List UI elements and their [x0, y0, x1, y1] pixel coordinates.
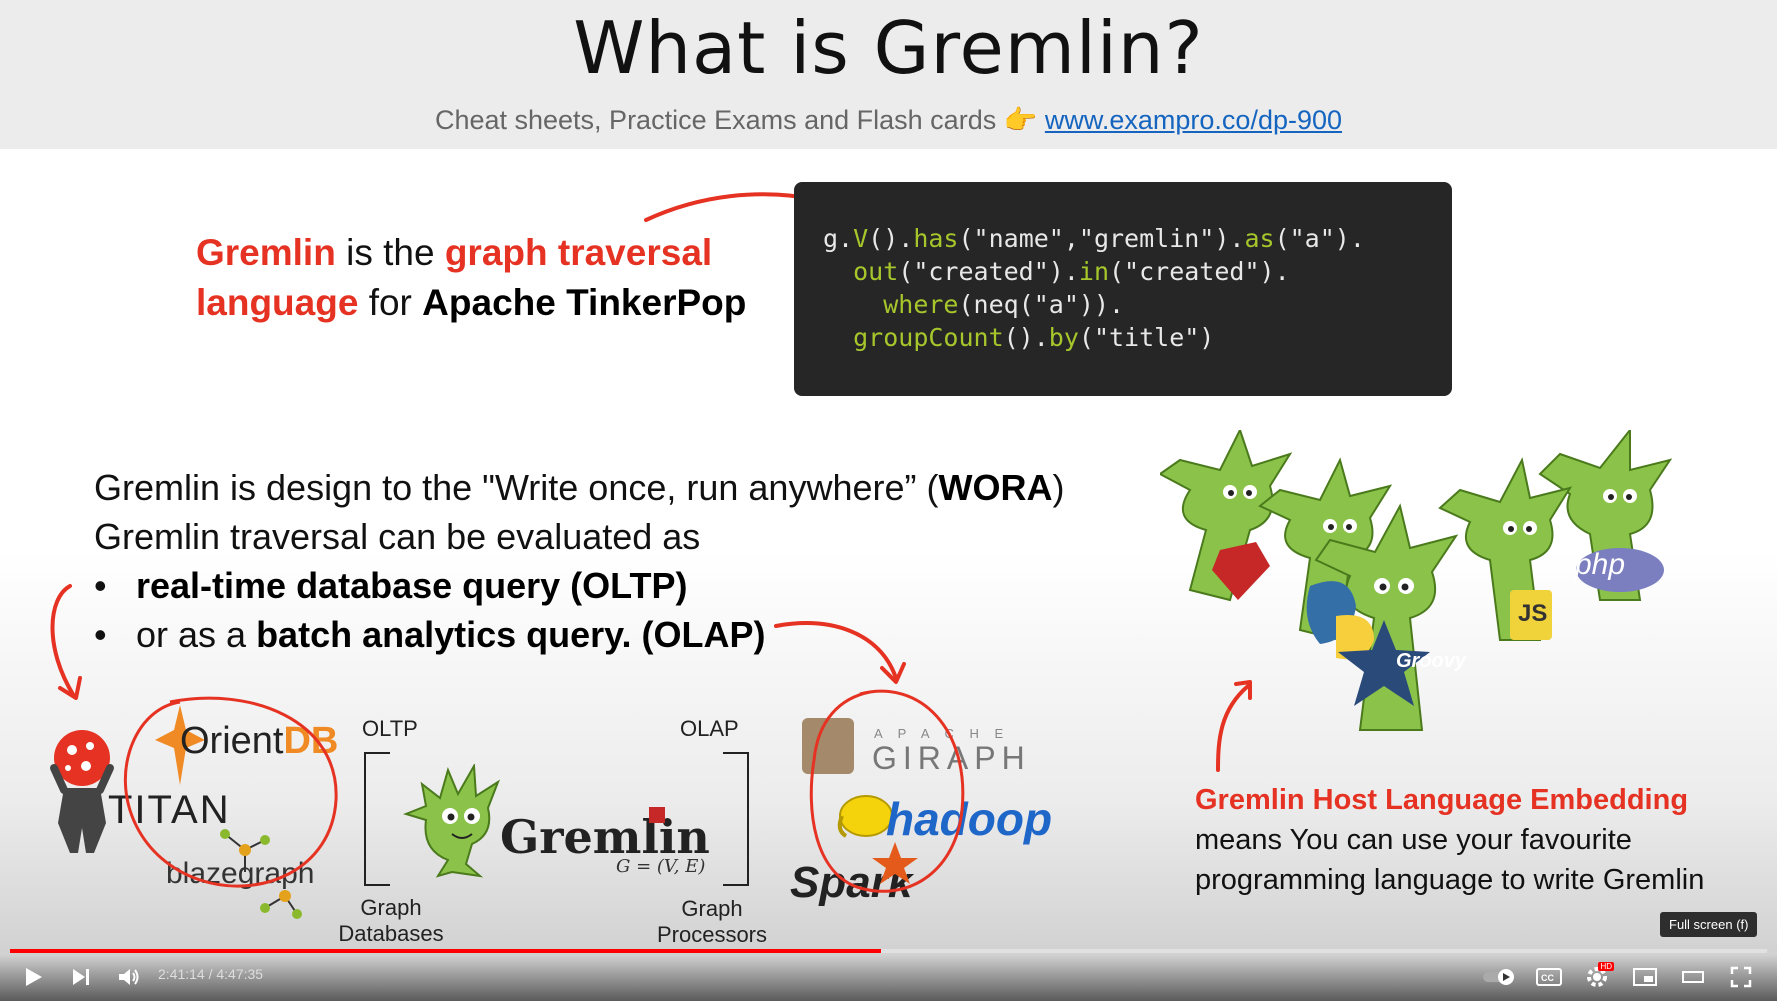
wora-abbr: WORA: [938, 467, 1053, 508]
slide: What is Gremlin? Cheat sheets, Practice …: [0, 0, 1777, 1001]
play-button[interactable]: [16, 960, 50, 994]
wora-line1: Gremlin is design to the "Write once, ru…: [94, 467, 939, 508]
settings-button[interactable]: HD: [1580, 960, 1614, 994]
databases-circle-annotation: [123, 696, 338, 888]
list-item: real-time database query (OLTP): [94, 561, 766, 610]
olap-label: OLAP: [680, 716, 739, 741]
subtitle-text: Cheat sheets, Practice Exams and Flash c…: [434, 105, 997, 135]
volume-icon: [119, 969, 139, 985]
hd-badge: HD: [1598, 962, 1614, 971]
intro-is-the: is the: [335, 232, 445, 273]
autoplay-toggle[interactable]: [1480, 960, 1520, 994]
js-logo: JS: [1518, 600, 1548, 627]
code-text: g.V().has("name","gremlin").as("a"). out…: [823, 224, 1365, 352]
exampro-link[interactable]: www.exampro.co/dp-900: [1045, 105, 1342, 135]
slide-title: What is Gremlin?: [573, 6, 1204, 90]
gremlin-formula: G = (V, E): [616, 856, 706, 877]
embedding-line2: programming language to write Gremlin: [1195, 864, 1705, 896]
code-block: g.V().has("name","gremlin").as("a"). out…: [794, 182, 1452, 396]
arrow-to-databases-icon: [50, 584, 82, 700]
progress-played: [10, 949, 881, 953]
fullscreen-button[interactable]: [1724, 960, 1758, 994]
fullscreen-icon: [1730, 966, 1752, 988]
captions-button[interactable]: CC: [1532, 960, 1566, 994]
autoplay-icon: [1483, 969, 1514, 985]
wora-paren: ): [1052, 467, 1065, 508]
arrow-to-mascots-icon: [1216, 680, 1252, 772]
theater-mode-button[interactable]: [1676, 960, 1710, 994]
embedding-text: Gremlin Host Language Embedding means Yo…: [1195, 780, 1704, 900]
wora-text: Gremlin is design to the "Write once, ru…: [94, 463, 1064, 561]
bullet-olap-prefix: or as a: [136, 614, 257, 655]
oltp-bracket: [364, 752, 390, 886]
gremlin-intro: Gremlin is the graph traversal language …: [196, 228, 746, 328]
list-item: or as a batch analytics query. (OLAP): [94, 610, 766, 659]
miniplayer-icon: [1633, 968, 1657, 986]
gremlin-mascot-icon: [402, 764, 501, 878]
pointing-hand-icon: 👉: [1003, 105, 1038, 135]
miniplayer-button[interactable]: [1628, 960, 1662, 994]
evaluation-list: real-time database query (OLTP) or as a …: [94, 561, 766, 659]
groovy-logo: Groovy: [1396, 650, 1467, 672]
graph-db-label-1: Graph: [360, 895, 422, 920]
intro-apache-tinkerpop: Apache TinkerPop: [422, 282, 747, 323]
svg-text:CC: CC: [1541, 973, 1554, 983]
php-logo: php: [1575, 548, 1626, 581]
intro-gremlin: Gremlin: [196, 232, 336, 273]
slide-subtitle: Cheat sheets, Practice Exams and Flash c…: [0, 104, 1777, 136]
embedding-heading: Gremlin Host Language Embedding: [1195, 784, 1689, 816]
graph-proc-label-2: Processors: [656, 922, 768, 947]
processors-circle-annotation: [809, 689, 965, 893]
next-button[interactable]: [64, 960, 98, 994]
time-display: 2:41:14 / 4:47:35: [158, 966, 264, 982]
bullet-oltp: real-time database query (OLTP): [136, 565, 688, 606]
oltp-label: OLTP: [362, 716, 418, 741]
olap-bracket: [723, 752, 749, 886]
intro-language: language: [196, 282, 359, 323]
next-icon: [73, 969, 89, 985]
wora-line2: Gremlin traversal can be evaluated as: [94, 516, 701, 557]
embedding-line1: means You can use your favourite: [1195, 824, 1632, 856]
gremlin-logo-cube: [649, 807, 665, 823]
captions-icon: CC: [1536, 968, 1562, 986]
graph-processors-label: Graph Processors: [652, 896, 772, 948]
mute-button[interactable]: [112, 960, 146, 994]
play-icon: [26, 968, 42, 986]
intro-for: for: [358, 282, 423, 323]
fullscreen-tooltip: Full screen (f): [1660, 912, 1758, 937]
graph-db-label-2: Databases: [338, 921, 444, 946]
theater-icon: [1682, 971, 1704, 983]
bullet-olap: batch analytics query. (OLAP): [256, 614, 766, 655]
graph-databases-label: Graph Databases: [336, 895, 446, 947]
graph-proc-label-1: Graph: [681, 896, 743, 921]
